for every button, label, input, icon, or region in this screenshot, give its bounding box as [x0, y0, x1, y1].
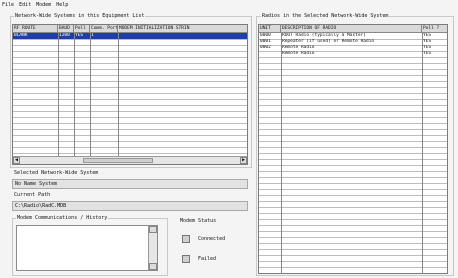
col-divider [90, 32, 91, 164]
col-poll[interactable]: Poll ? [422, 25, 447, 32]
col-divider [58, 32, 59, 164]
scroll-up-icon[interactable] [149, 226, 157, 233]
modem-history-box[interactable] [16, 225, 158, 271]
col-comm-port[interactable]: Comm. Port [90, 25, 118, 32]
selected-system-field[interactable]: No Name System [12, 179, 248, 189]
col-baud[interactable]: BAUD [58, 25, 74, 32]
failed-label: Failed [198, 256, 217, 262]
systems-table-header: RF ROUTE BAUD Poll ? Comm. Port MODEM IN… [13, 25, 247, 33]
col-unit[interactable]: UNIT [259, 25, 281, 32]
scroll-down-icon[interactable] [149, 263, 157, 270]
menu-bar: File Edit Modem Help [0, 0, 458, 10]
col-divider [422, 32, 423, 273]
history-scrollbar[interactable] [148, 226, 157, 270]
col-poll[interactable]: Poll ? [74, 25, 90, 32]
scroll-left-icon[interactable]: ◀ [13, 157, 20, 164]
col-divider [118, 32, 119, 164]
scroll-thumb[interactable] [83, 158, 153, 163]
systems-horizontal-scrollbar[interactable]: ◀ ▶ [13, 156, 247, 164]
modem-comm-label: Modem Communications / History [16, 215, 109, 221]
menu-help[interactable]: Help [56, 0, 68, 10]
connected-label: Connected [198, 236, 226, 242]
col-rf-route[interactable]: RF ROUTE [13, 25, 58, 32]
radios-table-header: UNIT DESCRIPTION OF RADIO Poll ? [259, 25, 447, 33]
col-divider [74, 32, 75, 164]
current-path-label: Current Path [14, 192, 51, 198]
connected-indicator-icon [182, 235, 190, 243]
col-divider [281, 32, 282, 273]
application-window: File Edit Modem Help Network-Wide System… [0, 0, 458, 278]
menu-file[interactable]: File [2, 0, 14, 10]
menu-edit[interactable]: Edit [19, 0, 31, 10]
radios-table: UNIT DESCRIPTION OF RADIO Poll ? 0000 RO… [258, 24, 448, 274]
col-modem-init[interactable]: MODEM INITIALIZATION STRIN [118, 25, 247, 32]
systems-table: RF ROUTE BAUD Poll ? Comm. Port MODEM IN… [12, 24, 248, 165]
selected-system-label: Selected Network-Wide System [14, 170, 99, 176]
col-description[interactable]: DESCRIPTION OF RADIO [281, 25, 422, 32]
failed-indicator-icon [182, 255, 190, 263]
current-path-field[interactable]: C:\Radio\RadC.MDB [12, 201, 248, 211]
scroll-right-icon[interactable]: ▶ [240, 157, 247, 164]
empty-row [259, 267, 447, 273]
radios-group-title: Radios in the Selected Network-Wide Syst… [261, 13, 390, 19]
systems-group-title: Network-Wide Systems in this Equipment L… [14, 13, 146, 19]
menu-modem[interactable]: Modem [36, 0, 51, 10]
modem-status-label: Modem Status [180, 218, 217, 224]
